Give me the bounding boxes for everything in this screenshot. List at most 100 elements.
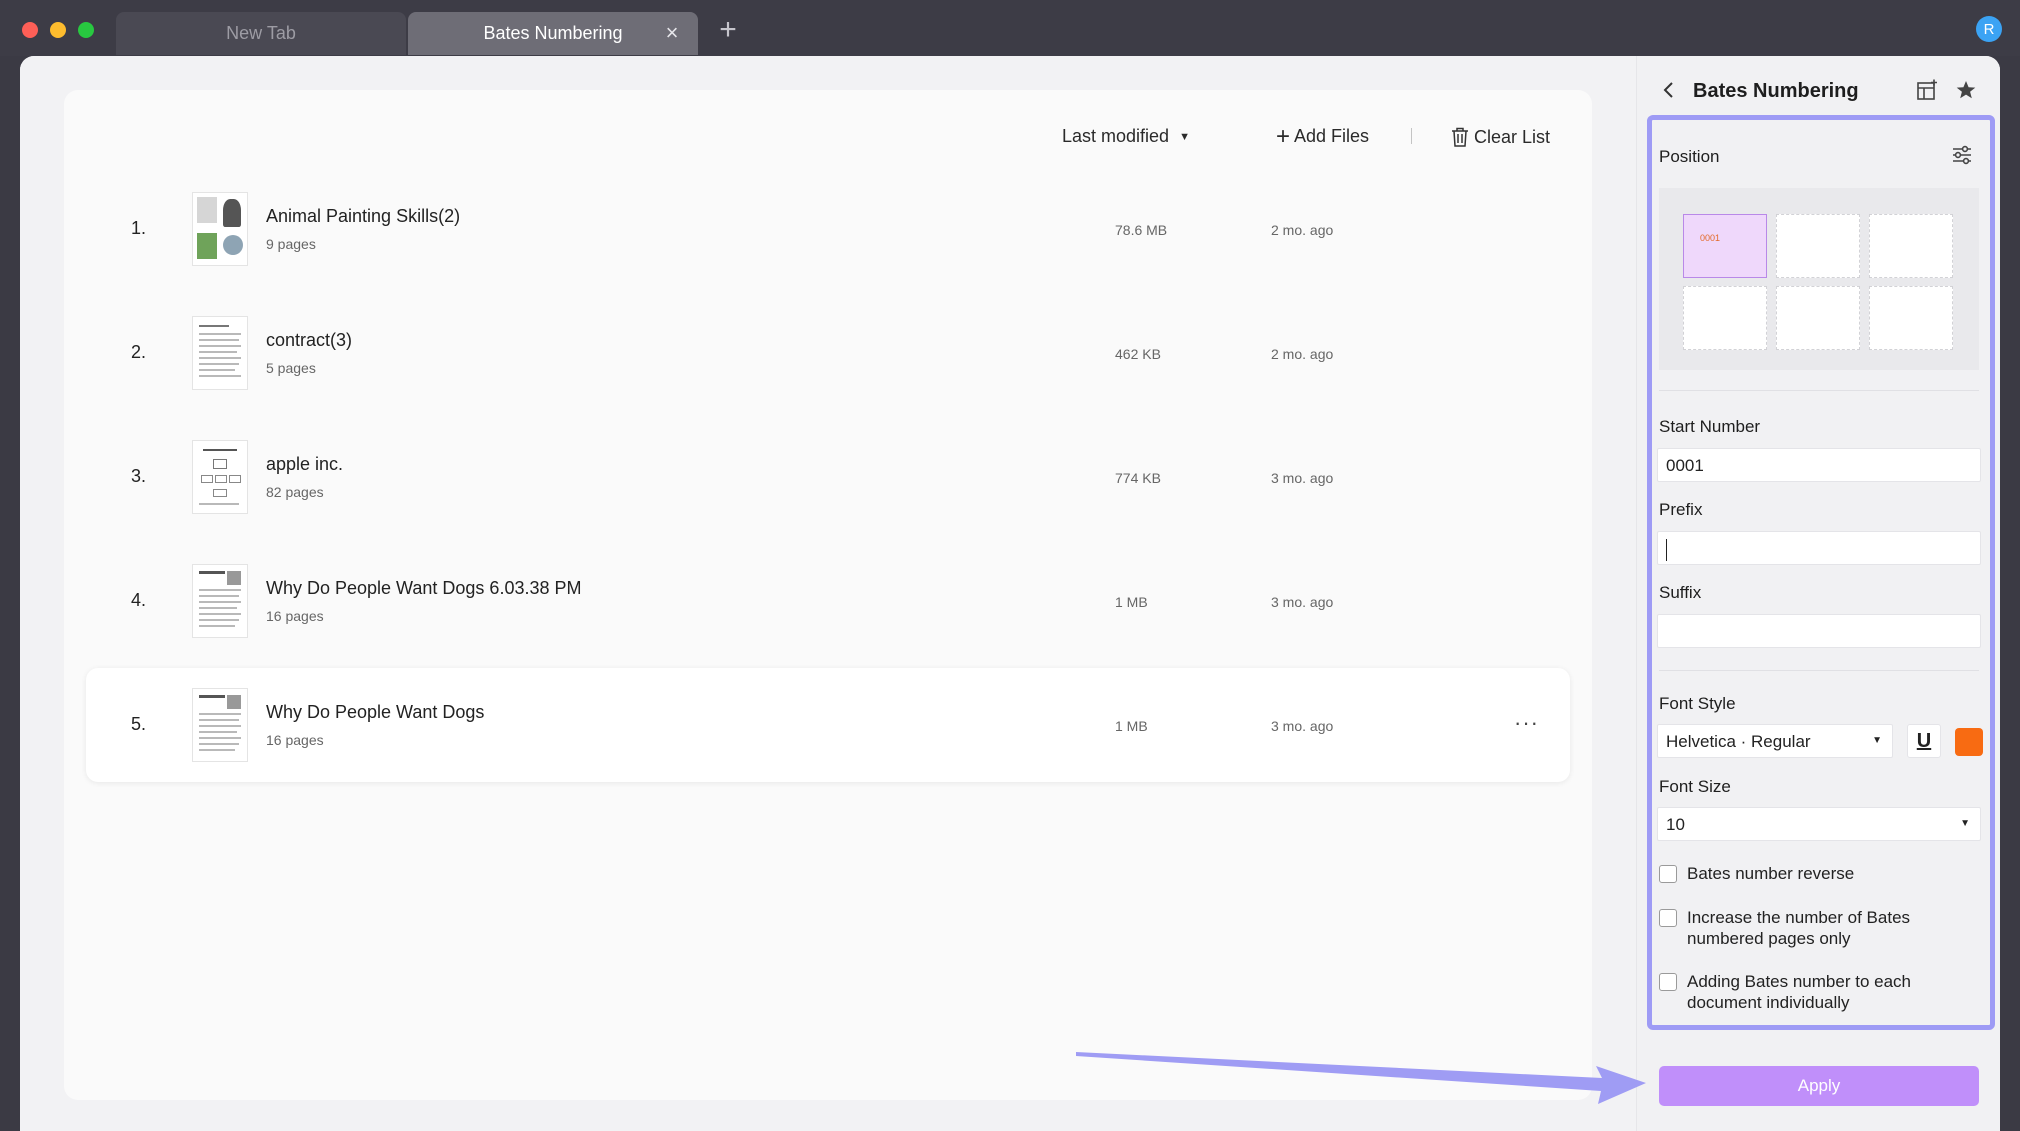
file-thumbnail	[192, 564, 248, 638]
file-modified: 3 mo. ago	[1271, 470, 1334, 486]
tab-label: Bates Numbering	[483, 23, 623, 43]
position-top-left[interactable]: 0001	[1683, 214, 1767, 278]
position-label: Position	[1659, 147, 1720, 166]
caret-down-icon: ▼	[1872, 735, 1882, 746]
sort-label: Last modified	[1062, 126, 1170, 146]
position-bottom-center[interactable]	[1776, 286, 1860, 350]
file-name: Why Do People Want Dogs 6.03.38 PM	[266, 578, 582, 598]
start-number-value: 0001	[1666, 456, 1704, 475]
avatar[interactable]: R	[1976, 16, 2002, 42]
bates-reverse-option[interactable]: Bates number reverse	[1659, 863, 1979, 884]
close-icon[interactable]: ×	[662, 22, 682, 44]
file-pages: 82 pages	[266, 484, 324, 500]
sort-dropdown[interactable]: Last modified ▼	[1062, 126, 1190, 147]
chevron-left-icon[interactable]	[1661, 80, 1677, 100]
tab-new-tab[interactable]: New Tab	[116, 12, 406, 55]
app-window: Last modified ▼ + Add Files Clear List 1…	[20, 56, 2000, 1131]
panel-title: Bates Numbering	[1693, 80, 1859, 102]
font-size-select[interactable]: 10 ▼	[1657, 807, 1981, 841]
file-size: 1 MB	[1115, 718, 1148, 734]
apply-button[interactable]: Apply	[1659, 1066, 1979, 1106]
file-name: Why Do People Want Dogs	[266, 702, 485, 722]
file-name: apple inc.	[266, 454, 344, 474]
close-window-button[interactable]	[22, 22, 38, 38]
start-number-input[interactable]: 0001	[1657, 448, 1981, 482]
numbered-pages-only-option[interactable]: Increase the number of Bates numbered pa…	[1659, 907, 1979, 949]
table-row[interactable]: 1. Animal Painting Skills(2) 9 pages 78.…	[86, 172, 1570, 286]
plus-icon: +	[1276, 122, 1291, 150]
file-thumbnail	[192, 316, 248, 390]
prefix-label: Prefix	[1659, 500, 1703, 519]
file-size: 1 MB	[1115, 594, 1148, 610]
file-pages: 9 pages	[266, 236, 316, 252]
file-thumbnail	[192, 688, 248, 762]
numbered-pages-only-checkbox[interactable]	[1659, 909, 1677, 927]
window-titlebar: New Tab Bates Numbering × + R	[0, 0, 2020, 56]
suffix-input[interactable]	[1657, 614, 1981, 648]
font-color-swatch[interactable]	[1955, 728, 1983, 756]
bates-reverse-checkbox[interactable]	[1659, 865, 1677, 883]
suffix-label: Suffix	[1659, 583, 1702, 602]
table-row[interactable]: 5. Why Do People Want Dogs 16 pages 1 MB…	[86, 668, 1570, 782]
more-options-icon[interactable]: ···	[1514, 710, 1539, 736]
clear-list-button[interactable]: Clear List	[1450, 126, 1550, 148]
file-pages: 16 pages	[266, 608, 324, 624]
row-index: 4.	[131, 590, 147, 610]
star-icon[interactable]	[1955, 79, 1977, 101]
underline-button[interactable]: U	[1907, 724, 1941, 758]
position-grid: 0001	[1659, 188, 1979, 370]
font-style-select[interactable]: Helvetica · Regular ▼	[1657, 724, 1893, 758]
position-preview-number: 0001	[1700, 233, 1721, 243]
prefix-input[interactable]	[1657, 531, 1981, 565]
toolbar-divider	[1411, 128, 1412, 144]
file-name: contract(3)	[266, 330, 353, 350]
clear-list-label: Clear List	[1474, 126, 1551, 147]
font-size-value: 10	[1666, 815, 1685, 834]
row-index: 3.	[131, 466, 147, 486]
row-index: 2.	[131, 342, 147, 362]
table-row[interactable]: 2. contract(3) 5 pages 462 KB 2 mo. ago	[86, 296, 1570, 410]
table-row[interactable]: 3. apple inc. 82 pages 774 KB 3 mo. ago	[86, 420, 1570, 534]
file-modified: 3 mo. ago	[1271, 594, 1334, 610]
tab-label: New Tab	[226, 23, 296, 43]
add-template-icon[interactable]	[1916, 79, 1938, 101]
row-index: 1.	[131, 218, 147, 238]
tab-bates-numbering[interactable]: Bates Numbering ×	[408, 12, 698, 55]
add-files-button[interactable]: + Add Files	[1276, 122, 1369, 150]
sliders-icon[interactable]	[1951, 144, 1973, 166]
caret-down-icon: ▼	[1960, 818, 1970, 829]
checkbox-label: Increase the number of Bates numbered pa…	[1687, 908, 1911, 948]
trash-icon	[1452, 127, 1468, 147]
position-top-right[interactable]	[1869, 214, 1953, 278]
minimize-window-button[interactable]	[50, 22, 66, 38]
font-size-label: Font Size	[1659, 777, 1731, 796]
file-modified: 2 mo. ago	[1271, 222, 1334, 238]
divider	[1659, 670, 1979, 671]
checkbox-label: Bates number reverse	[1687, 864, 1855, 883]
new-tab-button[interactable]: +	[712, 14, 744, 46]
start-number-label: Start Number	[1659, 417, 1761, 436]
font-style-value: Helvetica · Regular	[1666, 732, 1811, 751]
file-size: 774 KB	[1115, 470, 1161, 486]
each-document-option[interactable]: Adding Bates number to each document ind…	[1659, 971, 1979, 1013]
zoom-window-button[interactable]	[78, 22, 94, 38]
bates-numbering-panel: Bates Numbering Position 0001 Start Numb…	[1636, 56, 2000, 1131]
file-size: 462 KB	[1115, 346, 1161, 362]
file-modified: 3 mo. ago	[1271, 718, 1334, 734]
divider	[1659, 390, 1979, 391]
position-bottom-left[interactable]	[1683, 286, 1767, 350]
file-pages: 16 pages	[266, 732, 324, 748]
file-pages: 5 pages	[266, 360, 316, 376]
main-area: Last modified ▼ + Add Files Clear List 1…	[20, 56, 1636, 1131]
file-list-card: Last modified ▼ + Add Files Clear List 1…	[64, 90, 1592, 1100]
file-size: 78.6 MB	[1115, 222, 1168, 238]
file-name: Animal Painting Skills(2)	[266, 206, 461, 226]
each-document-checkbox[interactable]	[1659, 973, 1677, 991]
font-style-label: Font Style	[1659, 694, 1736, 713]
table-row[interactable]: 4. Why Do People Want Dogs 6.03.38 PM 16…	[86, 544, 1570, 658]
file-thumbnail	[192, 440, 248, 514]
position-bottom-right[interactable]	[1869, 286, 1953, 350]
checkbox-label: Adding Bates number to each document ind…	[1687, 972, 1911, 1012]
caret-down-icon: ▼	[1179, 130, 1190, 143]
position-top-center[interactable]	[1776, 214, 1860, 278]
